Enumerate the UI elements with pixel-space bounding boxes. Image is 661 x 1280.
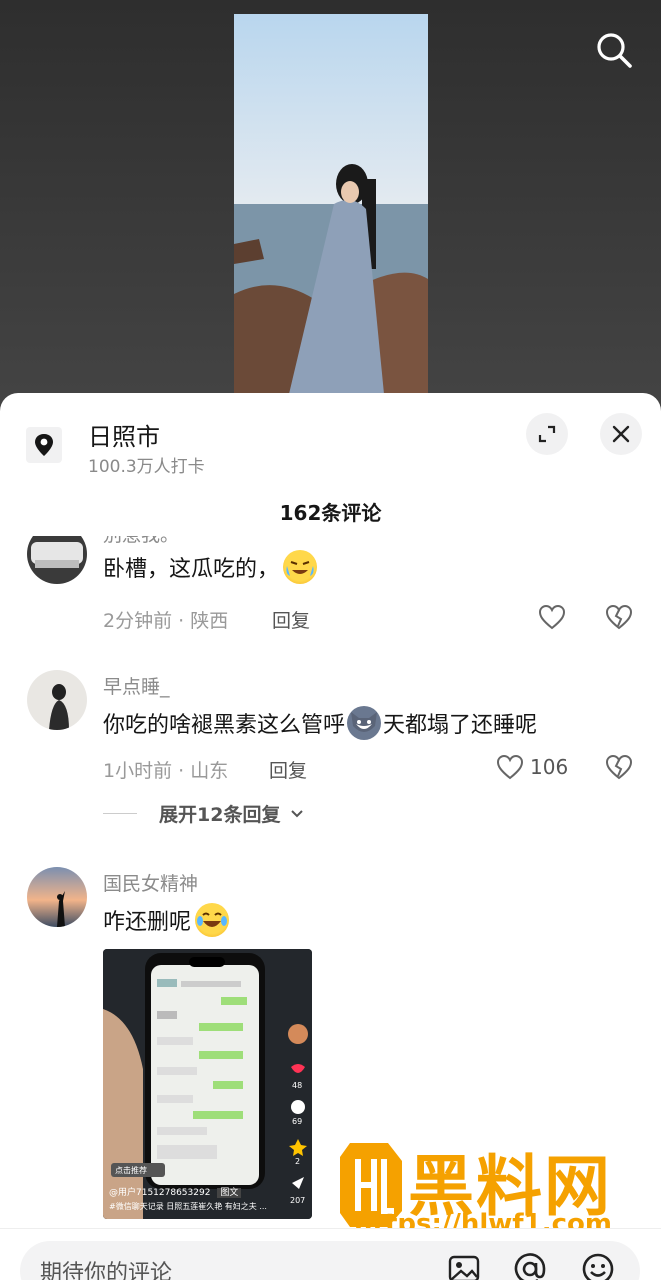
comments-count-title: 162条评论 (279, 501, 382, 525)
comment-text-before-emoji: 你吃的啥褪黑素这么管呼 (103, 713, 346, 738)
reply-button[interactable]: 回复 (272, 606, 310, 633)
image-caption-text: #微信聊天记录 日照五莲崔久艳 有妇之夫 ... (109, 1202, 267, 1211)
avatar[interactable] (27, 867, 87, 927)
wolf-emoji-icon (347, 706, 382, 740)
close-icon (612, 425, 630, 443)
emoji-button[interactable] (580, 1251, 616, 1280)
video-thumbnail[interactable] (234, 14, 428, 394)
smiley-icon (582, 1253, 614, 1280)
mention-button[interactable] (512, 1251, 548, 1280)
tears-of-joy-emoji-icon (195, 903, 230, 937)
comment-text: 你吃的啥褪黑素这么管呼 天都塌了还睡呢 (103, 706, 537, 740)
search-button[interactable] (592, 28, 636, 72)
crying-laughing-emoji-icon (283, 550, 318, 584)
expand-button[interactable] (526, 413, 568, 455)
heart-icon (538, 604, 566, 630)
comment-text: 咋还删呢 (103, 903, 230, 937)
image-promo-label: 点击推荐 (115, 1166, 147, 1175)
search-icon (597, 33, 632, 68)
comment-time-location: 1小时前 · 山东 (103, 760, 229, 782)
location-checkin-count: 100.3万人打卡 (88, 457, 205, 477)
video-background (0, 0, 661, 410)
expand-replies-button[interactable]: 展开12条回复 (103, 800, 304, 827)
dislike-button[interactable] (605, 604, 633, 632)
comment-input[interactable]: 期待你的评论 (20, 1241, 640, 1280)
reply-button[interactable]: 回复 (269, 756, 307, 783)
image-caption-tag: 图文 (217, 1188, 242, 1198)
expand-replies-label: 展开12条回复 (159, 804, 281, 826)
comment-text-body: 咋还删呢 (103, 910, 192, 935)
heart-icon (496, 754, 524, 780)
dislike-button[interactable] (605, 754, 633, 782)
like-count: 106 (530, 755, 569, 779)
comment-attached-image[interactable]: 48 69 2 207 点击推荐 @用户7151278653292 图文 #微信… (103, 949, 312, 1219)
image-side-count: 2 (295, 1157, 301, 1166)
expand-icon (538, 425, 556, 443)
comment-time-location: 2分钟前 · 陕西 (103, 610, 229, 632)
at-sign-icon (514, 1253, 546, 1280)
comment-username[interactable]: 早点睡_ (103, 672, 170, 699)
location-title[interactable]: 日照市 (88, 417, 160, 452)
comments-list[interactable]: 别惹我。 卧槽，这瓜吃的， 2分钟前 · 陕西 回复 (0, 536, 661, 1229)
comment-username[interactable]: 国民女精神 (103, 869, 198, 896)
avatar[interactable] (27, 536, 87, 584)
location-pin-icon (26, 427, 62, 463)
divider (103, 813, 137, 814)
image-icon (448, 1255, 480, 1280)
comment-text-after-emoji: 天都塌了还睡呢 (383, 713, 538, 738)
broken-heart-icon (605, 754, 633, 780)
image-button[interactable] (446, 1251, 482, 1280)
image-caption-username: @用户7151278653292 (109, 1188, 211, 1198)
like-button[interactable] (538, 604, 566, 630)
image-side-count: 69 (292, 1117, 303, 1126)
image-side-count: 207 (290, 1196, 306, 1205)
comment-text: 卧槽，这瓜吃的， (103, 550, 318, 584)
like-button[interactable]: 106 (496, 754, 568, 780)
image-caption-user: @用户7151278653292 图文 (109, 1185, 242, 1198)
avatar[interactable] (27, 670, 87, 730)
image-side-count: 48 (292, 1081, 303, 1090)
comment-input-bar: 期待你的评论 (0, 1228, 661, 1280)
comment-input-placeholder: 期待你的评论 (40, 1261, 173, 1280)
chevron-down-icon (291, 809, 304, 817)
close-button[interactable] (600, 413, 642, 455)
comment-text-body: 卧槽，这瓜吃的， (103, 557, 280, 582)
broken-heart-icon (605, 604, 633, 630)
comment-username[interactable]: 别惹我。 (103, 536, 179, 547)
